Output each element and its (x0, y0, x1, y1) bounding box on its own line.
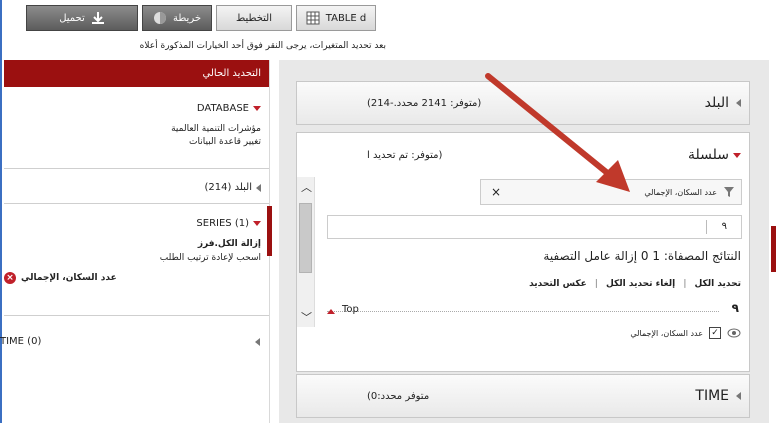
layout-button[interactable]: التخطيط (216, 5, 292, 31)
expand-arrow-icon (253, 106, 261, 111)
map-button[interactable]: خريطة (142, 5, 212, 31)
table-icon (306, 11, 320, 25)
series-item-label: عدد السكان، الإجمالي (21, 273, 117, 283)
country-panel-title: البلد (704, 95, 729, 111)
sidebar-section-series: SERIES (1) إزالة الكل.فرز اسحب لإعادة تر… (4, 204, 272, 316)
scroll-up-icon[interactable]: ︿ (301, 179, 312, 195)
eye-icon[interactable] (727, 328, 741, 338)
database-link[interactable]: مؤشرات التنمية العالمية (4, 124, 269, 134)
collapse-arrow-icon (736, 392, 741, 400)
download-label: تحميل (59, 12, 85, 24)
sidebar-section-database: DATABASE مؤشرات التنمية العالمية تغيير ق… (4, 87, 269, 169)
database-title: DATABASE (196, 103, 249, 114)
filter-icon (724, 187, 734, 197)
invert-selection-link[interactable]: عكس التحديد (529, 279, 587, 289)
results-text[interactable]: النتائج المصفاة: 1 0 إزالة عامل التصفية (543, 249, 741, 263)
selection-actions: تحديد الكل | إلغاء تحديد الكل | عكس التح… (529, 279, 741, 289)
sidebar-header: التحديد الحالي (4, 60, 269, 87)
divider (706, 220, 707, 234)
series-panel-count: (متوفر: تم تحديد ا (367, 149, 443, 161)
scroll-down-icon[interactable]: ﹀ (301, 309, 312, 325)
hint-text: بعد تحديد المتغيرات، يرجى النقر فوق أحد … (139, 41, 386, 51)
callout-arrow-icon (485, 73, 630, 192)
series-title: SERIES (1) (196, 218, 249, 229)
time-panel-header[interactable]: TIME متوفر محدد:0) (296, 374, 750, 418)
clear-all-link[interactable]: إزالة الكل.فرز (4, 239, 269, 249)
scrollbar[interactable]: ︿ ﹀ (297, 177, 315, 327)
table-label: TABLE d (325, 12, 367, 24)
scroll-thumb[interactable] (299, 203, 312, 273)
collapse-arrow-icon (255, 338, 260, 346)
drag-hint: اسحب لإعادة ترتيب الطلب (159, 253, 261, 263)
toolbar: تحميل خريطة التخطيط TABLE d (26, 5, 376, 31)
collapse-arrow-icon (736, 99, 741, 107)
time-panel-title: TIME (695, 388, 729, 404)
database-toggle[interactable]: DATABASE (4, 87, 269, 114)
country-toggle[interactable]: البلد (214) (4, 169, 269, 193)
separator: | (683, 279, 687, 289)
collapse-arrow-icon (256, 183, 261, 192)
table-button[interactable]: TABLE d (296, 5, 376, 31)
search-placeholder: ٩ (721, 221, 727, 232)
time-panel-count: متوفر محدد:0) (367, 390, 430, 402)
sort-arrow-icon[interactable] (327, 309, 335, 314)
active-indicator (267, 206, 272, 256)
window-edge (0, 0, 2, 423)
series-toggle[interactable]: SERIES (1) (4, 204, 269, 229)
sidebar-section-country: البلد (214) (4, 169, 269, 204)
download-icon (91, 12, 104, 24)
series-selected-item: عدد السكان، الإجمالي × (4, 272, 269, 284)
right-active-indicator (771, 226, 776, 272)
map-label: خريطة (172, 12, 202, 24)
time-title[interactable]: TIME (0) (0, 336, 41, 347)
top-label[interactable]: Top (342, 304, 359, 315)
globe-icon (153, 12, 166, 24)
deselect-all-link[interactable]: إلغاء تحديد الكل (606, 279, 675, 289)
item-label: عدد السكان، الإجمالي (630, 328, 703, 338)
change-database-link[interactable]: تغيير قاعدة البيانات (4, 137, 269, 147)
sort-icon[interactable]: ٩ (732, 301, 739, 315)
layout-label: التخطيط (235, 12, 272, 24)
list-divider (327, 311, 719, 312)
search-input[interactable]: ٩ (327, 215, 742, 239)
country-panel-count: (متوفر: 2141 محدد.-214) (367, 97, 482, 109)
list-item: عدد السكان، الإجمالي ✓ (630, 327, 741, 339)
expand-arrow-icon (733, 153, 741, 158)
separator: | (594, 279, 599, 289)
country-title: البلد (214) (204, 182, 252, 193)
select-all-link[interactable]: تحديد الكل (694, 279, 741, 289)
sidebar: التحديد الحالي DATABASE مؤشرات التنمية ا… (0, 60, 272, 423)
series-panel-title: سلسلة (688, 147, 729, 163)
remove-icon[interactable]: × (4, 272, 16, 284)
sidebar-section-time: TIME (0) (0, 316, 269, 356)
item-checkbox[interactable]: ✓ (709, 327, 721, 339)
expand-arrow-icon (253, 221, 261, 226)
download-button[interactable]: تحميل (26, 5, 138, 31)
